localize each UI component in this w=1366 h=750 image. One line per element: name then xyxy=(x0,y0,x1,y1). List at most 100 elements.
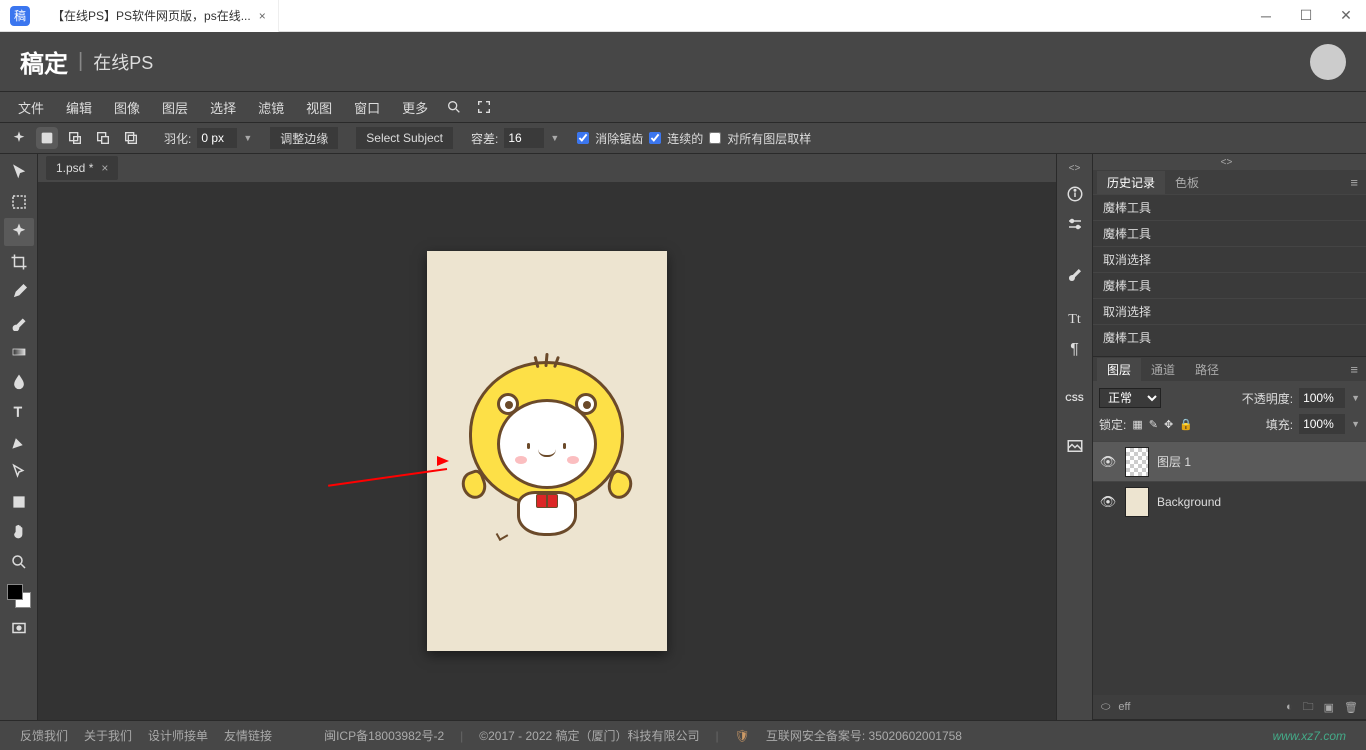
tolerance-input[interactable] xyxy=(504,128,544,148)
panel-collapse-right-icon[interactable]: <> xyxy=(1093,154,1366,170)
history-item[interactable]: 取消选择 xyxy=(1093,298,1366,324)
footer-links-link[interactable]: 友情链接 xyxy=(224,727,272,744)
document-tab[interactable]: 1.psd * × xyxy=(46,156,118,180)
lock-move-icon[interactable]: ✥ xyxy=(1164,418,1173,431)
color-swatch[interactable] xyxy=(7,584,31,608)
info-panel-icon[interactable] xyxy=(1061,182,1089,206)
fill-input[interactable] xyxy=(1299,414,1345,434)
menu-select[interactable]: 选择 xyxy=(200,94,246,121)
brush-panel-icon[interactable] xyxy=(1061,260,1089,284)
blur-tool[interactable] xyxy=(4,368,34,396)
fill-dropdown-icon[interactable]: ▼ xyxy=(1351,419,1360,429)
layer-item[interactable]: 👁 Background xyxy=(1093,481,1366,521)
user-avatar[interactable] xyxy=(1310,44,1346,80)
document-tab-close-icon[interactable]: × xyxy=(101,161,108,175)
css-panel-icon[interactable]: CSS xyxy=(1061,386,1089,410)
menu-layer[interactable]: 图层 xyxy=(152,94,198,121)
move-tool[interactable] xyxy=(4,158,34,186)
image-panel-icon[interactable] xyxy=(1061,434,1089,458)
adjustments-panel-icon[interactable] xyxy=(1061,212,1089,236)
opacity-dropdown-icon[interactable]: ▼ xyxy=(1351,393,1360,403)
tab-paths[interactable]: 路径 xyxy=(1185,358,1229,381)
selection-intersect-icon[interactable] xyxy=(120,127,142,149)
layer-effects-icon[interactable]: eff xyxy=(1118,701,1130,714)
tab-history[interactable]: 历史记录 xyxy=(1097,171,1165,194)
history-item[interactable]: 魔棒工具 xyxy=(1093,324,1366,350)
history-item[interactable]: 取消选择 xyxy=(1093,246,1366,272)
panel-collapse-icon[interactable]: <> xyxy=(1057,160,1093,176)
magic-wand-tool[interactable] xyxy=(4,218,34,246)
history-item[interactable]: 魔棒工具 xyxy=(1093,194,1366,220)
maximize-button[interactable]: ☐ xyxy=(1286,0,1326,32)
new-layer-icon[interactable]: ▣ xyxy=(1324,701,1334,714)
layers-panel-menu-icon[interactable]: ≡ xyxy=(1346,362,1362,377)
path-select-tool[interactable] xyxy=(4,458,34,486)
brush-tool[interactable] xyxy=(4,308,34,336)
delete-layer-icon[interactable]: 🗑 xyxy=(1344,701,1358,714)
link-layers-icon[interactable]: ⬭ xyxy=(1101,701,1110,714)
canvas[interactable] xyxy=(427,251,667,651)
tab-layers[interactable]: 图层 xyxy=(1097,358,1141,381)
add-mask-icon[interactable]: ◐ xyxy=(1286,701,1293,713)
search-icon[interactable] xyxy=(440,93,468,121)
tab-close-icon[interactable]: × xyxy=(259,9,266,23)
pen-tool[interactable] xyxy=(4,428,34,456)
paragraph-panel-icon[interactable]: ¶ xyxy=(1061,338,1089,362)
character-panel-icon[interactable]: Tt xyxy=(1061,308,1089,332)
quickmask-tool[interactable] xyxy=(4,614,34,642)
opacity-input[interactable] xyxy=(1299,388,1345,408)
close-button[interactable]: ✕ xyxy=(1326,0,1366,32)
browser-tab[interactable]: 【在线PS】PS软件网页版，ps在线... × xyxy=(40,0,279,32)
right-panels: <> Tt ¶ CSS <> 历史记录 色板 ≡ 魔棒工 xyxy=(1056,154,1366,720)
menu-more[interactable]: 更多 xyxy=(392,94,438,121)
panel-menu-icon[interactable]: ≡ xyxy=(1346,175,1362,190)
shape-tool[interactable] xyxy=(4,488,34,516)
minimize-button[interactable]: ─ xyxy=(1246,0,1286,32)
type-tool[interactable]: T xyxy=(4,398,34,426)
footer-designer-link[interactable]: 设计师接单 xyxy=(148,727,208,744)
menu-file[interactable]: 文件 xyxy=(8,94,54,121)
tolerance-dropdown-icon[interactable]: ▼ xyxy=(550,133,559,143)
feather-dropdown-icon[interactable]: ▼ xyxy=(243,133,252,143)
menu-view[interactable]: 视图 xyxy=(296,94,342,121)
selection-new-icon[interactable] xyxy=(36,127,58,149)
menu-window[interactable]: 窗口 xyxy=(344,94,390,121)
menu-edit[interactable]: 编辑 xyxy=(56,94,102,121)
zoom-tool[interactable] xyxy=(4,548,34,576)
blend-mode-select[interactable]: 正常 xyxy=(1099,388,1161,408)
menu-image[interactable]: 图像 xyxy=(104,94,150,121)
lock-all-icon[interactable]: 🔒 xyxy=(1179,418,1193,431)
sample-all-checkbox[interactable] xyxy=(709,132,721,144)
footer-feedback-link[interactable]: 反馈我们 xyxy=(20,727,68,744)
panel-icon-strip: <> Tt ¶ CSS xyxy=(1056,154,1092,720)
tolerance-label: 容差: xyxy=(471,130,498,147)
footer-about-link[interactable]: 关于我们 xyxy=(84,727,132,744)
contiguous-checkbox[interactable] xyxy=(649,132,661,144)
menu-filter[interactable]: 滤镜 xyxy=(248,94,294,121)
tab-channels[interactable]: 通道 xyxy=(1141,358,1185,381)
crop-tool[interactable] xyxy=(4,248,34,276)
layer-visibility-icon[interactable]: 👁 xyxy=(1099,454,1117,470)
feather-input[interactable] xyxy=(197,128,237,148)
tab-swatches[interactable]: 色板 xyxy=(1165,171,1209,194)
refine-edge-button[interactable]: 调整边缘 xyxy=(270,127,338,149)
history-item[interactable]: 魔棒工具 xyxy=(1093,272,1366,298)
lock-paint-icon[interactable]: ✎ xyxy=(1149,418,1158,431)
marquee-tool[interactable] xyxy=(4,188,34,216)
canvas-viewport[interactable] xyxy=(38,182,1056,720)
eyedropper-tool[interactable] xyxy=(4,278,34,306)
layer-item[interactable]: 👁 图层 1 xyxy=(1093,441,1366,481)
lock-transparency-icon[interactable]: ▦ xyxy=(1132,418,1142,431)
select-subject-button[interactable]: Select Subject xyxy=(356,127,453,149)
foreground-color[interactable] xyxy=(7,584,23,600)
layer-visibility-icon[interactable]: 👁 xyxy=(1099,494,1117,510)
history-item[interactable]: 魔棒工具 xyxy=(1093,220,1366,246)
selection-subtract-icon[interactable] xyxy=(92,127,114,149)
fullscreen-icon[interactable] xyxy=(470,93,498,121)
antialias-checkbox[interactable] xyxy=(577,132,589,144)
hand-tool[interactable] xyxy=(4,518,34,546)
wand-tool-icon[interactable] xyxy=(8,127,30,149)
new-group-icon[interactable]: 🗀 xyxy=(1303,698,1314,717)
gradient-tool[interactable] xyxy=(4,338,34,366)
selection-add-icon[interactable] xyxy=(64,127,86,149)
